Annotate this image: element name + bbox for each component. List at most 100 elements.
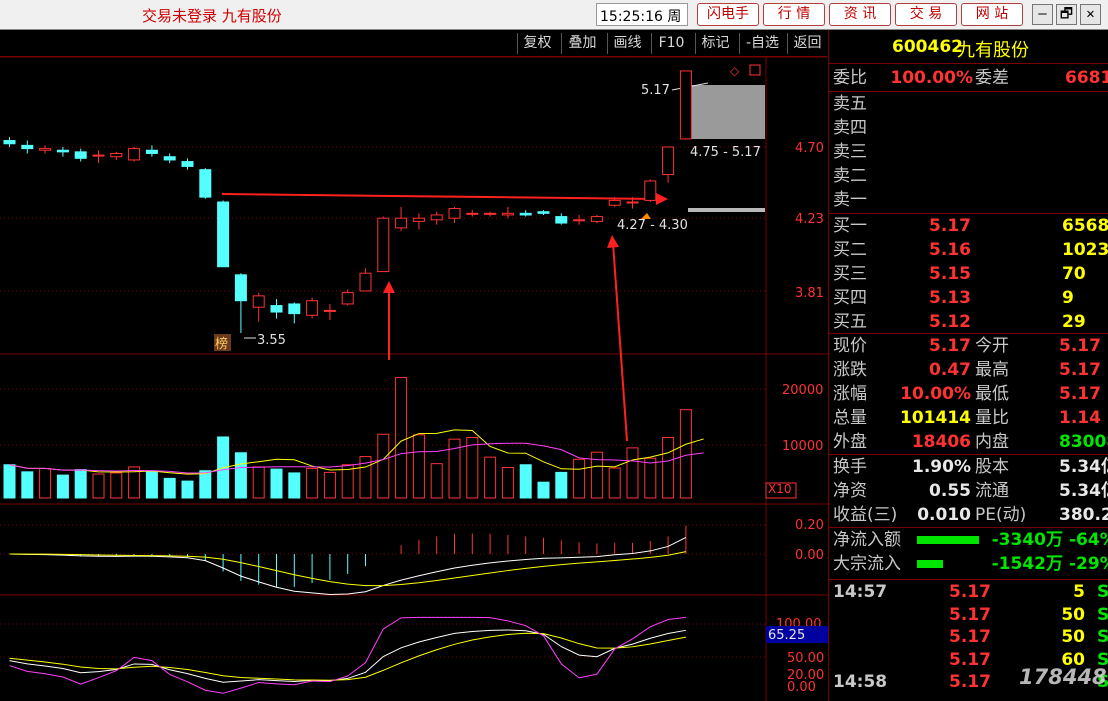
candlestick-series: [3, 70, 692, 334]
tick-flag: S: [1097, 625, 1108, 649]
kline-chart-svg[interactable]: 4.70 4.23 3.81 20000 10000 X10 0.20 0.00…: [0, 56, 828, 701]
stock-code: 600462: [892, 37, 963, 57]
trade-button[interactable]: 交 易: [895, 3, 957, 26]
quote-label: 外盘: [833, 432, 867, 452]
fundamental-row: 净资 0.55流通 5.34亿: [829, 479, 1108, 503]
f10-button[interactable]: F10: [651, 33, 691, 54]
bid-price: 5.17: [929, 216, 971, 236]
candle-body: [662, 146, 675, 176]
money-flow-value: -3340万: [991, 530, 1063, 550]
volume-bar: [39, 468, 52, 499]
candle-body: [430, 214, 443, 221]
quote-row: 涨幅 10.00% 最低 5.17: [829, 382, 1108, 406]
volume-bar: [395, 377, 408, 499]
minimize-icon[interactable]: —: [1032, 4, 1053, 25]
volume-bar: [163, 477, 176, 499]
ask-label: 卖二: [833, 166, 867, 186]
candle-body: [110, 152, 123, 158]
macd-tick-label: 0.00: [795, 548, 824, 563]
fundamental-label: 流通: [975, 481, 1009, 501]
close-icon[interactable]: ✕: [1080, 4, 1101, 25]
candle-body: [484, 212, 497, 215]
tick-time: 14:57: [833, 582, 888, 602]
money-flow-row: 大宗流入 -1542万 -29%: [829, 552, 1108, 576]
website-button[interactable]: 网 站: [961, 3, 1023, 26]
candle-body: [145, 149, 158, 154]
draw-line-button[interactable]: 画线: [607, 33, 647, 54]
candle-body: [555, 216, 568, 224]
quote-value: 0.47: [929, 360, 971, 380]
market-button[interactable]: 行 情: [763, 3, 825, 26]
tick-time: 14:58: [833, 672, 888, 692]
candle-body: [217, 201, 230, 268]
quote-label: 最低: [975, 384, 1009, 404]
volume-bar: [92, 473, 105, 499]
macd-series: [9, 525, 687, 596]
restore-rights-button[interactable]: 复权: [517, 33, 557, 54]
bid-row: 买五 5.12 29: [829, 310, 1108, 334]
quote-panel: 600462 九有股份 委比 100.00% 委差 66819 卖五卖四卖三卖二…: [828, 30, 1108, 701]
candle-body: [252, 295, 265, 308]
back-button[interactable]: 返回: [787, 33, 827, 54]
volume-arrowhead-2: [607, 235, 619, 248]
candle-body: [377, 217, 390, 273]
overlay-button[interactable]: 叠加: [561, 33, 603, 54]
candle-body: [644, 180, 657, 201]
bid-price: 5.12: [929, 312, 971, 332]
stock-header: 600462 九有股份: [829, 30, 1108, 64]
kdj-series: [9, 616, 686, 694]
resistance-arrow-line: [221, 193, 661, 200]
candle-body: [519, 212, 532, 216]
candle-body: [448, 207, 461, 219]
candle-body: [92, 154, 105, 157]
volume-bar: [234, 452, 247, 499]
money-flow-pct: -29%: [1069, 554, 1108, 574]
bid-row: 买二 5.16 1023: [829, 238, 1108, 262]
fundamental-value: 5.34亿: [1059, 457, 1108, 477]
volume-bar: [466, 437, 479, 499]
candle-body: [573, 219, 586, 222]
lower-range-label: 4.27 - 4.30: [617, 218, 688, 233]
kdj-tick-label: 50.00: [787, 651, 824, 666]
kline-chart[interactable]: 4.70 4.23 3.81 20000 10000 X10 0.20 0.00…: [0, 56, 828, 701]
remove-watchlist-button[interactable]: -自选: [739, 33, 785, 54]
volume-bar: [145, 470, 158, 499]
quote-value: 5.17: [1059, 384, 1101, 404]
kdj-tick-label: 0.00: [787, 680, 816, 695]
bid-row: 买一 5.17 65688: [829, 214, 1108, 238]
volume-bar: [56, 474, 69, 499]
price-tick-label: 4.23: [795, 212, 824, 227]
ask-label: 卖三: [833, 142, 867, 162]
tick-price: 5.17: [949, 672, 991, 692]
flash-trade-button[interactable]: 闪电手: [697, 3, 759, 26]
mark-button[interactable]: 标记: [695, 33, 735, 54]
quote-value: 5.17: [929, 336, 971, 356]
weibi-row: 委比 100.00% 委差 66819: [829, 66, 1108, 90]
weicha-value: 66819: [1065, 68, 1108, 88]
volume-bar: [484, 456, 497, 499]
price-tick-label: 3.81: [795, 286, 824, 301]
fundamental-value: 1.90%: [912, 457, 971, 477]
volume-bar: [199, 470, 212, 499]
volume-series: [3, 377, 692, 499]
settings-icon[interactable]: [749, 64, 761, 76]
candle-body: [466, 212, 479, 215]
bid-row: 买四 5.13 9: [829, 286, 1108, 310]
bid-label: 买五: [833, 312, 867, 332]
restore-icon[interactable]: 🗗: [1056, 4, 1077, 25]
candle-body: [21, 144, 34, 150]
stock-name: 九有股份: [957, 40, 1029, 61]
bid-volume: 29: [1062, 312, 1086, 332]
volume-bar: [377, 433, 390, 499]
bid-label: 买四: [833, 288, 867, 308]
candle-body: [341, 292, 354, 305]
candle-body: [537, 211, 550, 214]
quote-value: 5.17: [1059, 360, 1101, 380]
candle-body: [608, 199, 621, 206]
candle-body: [39, 148, 52, 151]
kdj-k-line: [9, 629, 686, 683]
news-button[interactable]: 资 讯: [829, 3, 891, 26]
fundamental-value: 0.55: [929, 481, 971, 501]
tick-flag: S: [1097, 580, 1108, 604]
ask-label: 卖四: [833, 118, 867, 138]
